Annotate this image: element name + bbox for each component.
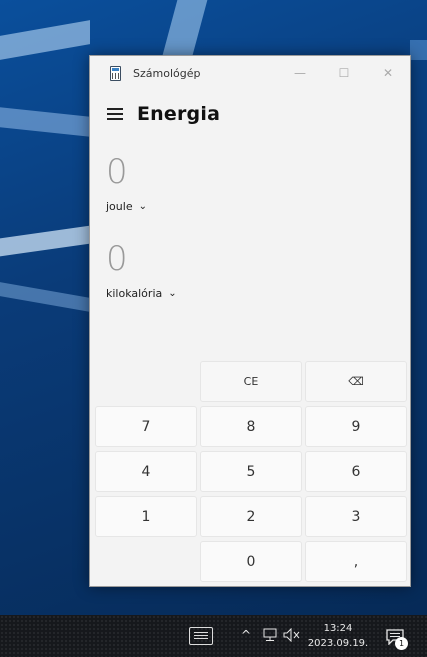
chevron-down-icon: ⌄ — [138, 200, 147, 212]
maximize-button[interactable]: ☐ — [322, 56, 366, 90]
wallpaper-light-beam — [0, 282, 90, 312]
wallpaper-light-beam — [162, 0, 208, 55]
close-button[interactable]: ✕ — [366, 56, 410, 90]
volume-muted-icon[interactable] — [283, 627, 301, 643]
output-value: 0 — [106, 239, 128, 279]
notification-count-badge: 1 — [395, 637, 408, 650]
digit-5-button[interactable]: 5 — [200, 451, 302, 492]
wallpaper-light-beam — [0, 225, 90, 257]
wallpaper-light-beam — [0, 20, 90, 60]
network-icon[interactable] — [261, 627, 279, 643]
input-unit-label: joule — [106, 199, 133, 213]
speaker-muted-icon — [283, 628, 300, 642]
input-unit-dropdown[interactable]: joule ⌄ — [90, 195, 410, 217]
network-icon-graphic — [263, 628, 277, 641]
calculator-app-icon — [110, 65, 121, 81]
chevron-down-icon: ⌄ — [168, 287, 177, 299]
news-widget-icon[interactable] — [189, 627, 213, 645]
wallpaper-light-beam — [0, 107, 90, 137]
digit-2-button[interactable]: 2 — [200, 496, 302, 537]
decimal-separator-button[interactable]: , — [305, 541, 407, 582]
keypad: CE ⌫ 7 8 9 4 5 6 1 2 3 0 , — [95, 361, 407, 584]
minimize-button[interactable]: — — [278, 56, 322, 90]
output-unit-label: kilokalória — [106, 286, 163, 300]
show-hidden-icons-chevron[interactable]: ^ — [238, 625, 254, 645]
digit-0-button[interactable]: 0 — [200, 541, 302, 582]
clear-entry-button[interactable]: CE — [200, 361, 302, 402]
taskbar: ^ 13:24 2023.09.19. 1 — [0, 615, 427, 657]
digit-7-button[interactable]: 7 — [95, 406, 197, 447]
app-header: Energia — [90, 90, 410, 138]
digit-8-button[interactable]: 8 — [200, 406, 302, 447]
notification-center-icon[interactable]: 1 — [382, 624, 408, 650]
window-title: Számológép — [133, 66, 201, 80]
mode-title: Energia — [137, 103, 221, 125]
digit-4-button[interactable]: 4 — [95, 451, 197, 492]
calculator-window: Számológép — ☐ ✕ Energia 0 joule ⌄ 0 kil… — [89, 55, 411, 587]
window-controls: — ☐ ✕ — [278, 56, 410, 90]
digit-1-button[interactable]: 1 — [95, 496, 197, 537]
keypad-spacer — [95, 541, 197, 582]
wallpaper-light-beam — [410, 40, 427, 60]
clock-date: 2023.09.19. — [307, 638, 369, 649]
keypad-spacer — [95, 361, 197, 402]
input-value[interactable]: 0 — [90, 149, 410, 195]
clock-time: 13:24 — [323, 623, 353, 634]
output-unit-dropdown[interactable]: kilokalória ⌄ — [90, 282, 410, 304]
digit-9-button[interactable]: 9 — [305, 406, 407, 447]
digit-6-button[interactable]: 6 — [305, 451, 407, 492]
clock[interactable]: 13:24 2023.09.19. — [306, 619, 370, 653]
hamburger-menu-icon[interactable] — [107, 108, 123, 120]
backspace-button[interactable]: ⌫ — [305, 361, 407, 402]
title-bar[interactable]: Számológép — ☐ ✕ — [90, 56, 410, 90]
digit-3-button[interactable]: 3 — [305, 496, 407, 537]
